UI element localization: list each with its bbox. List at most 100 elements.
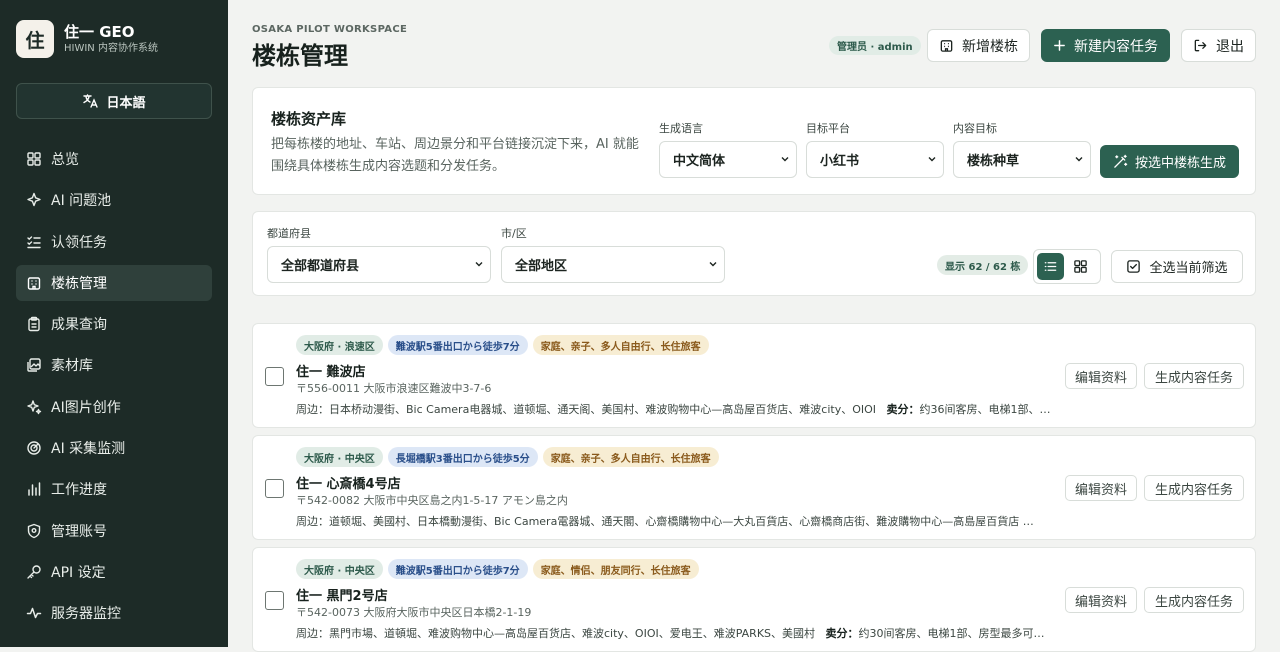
- grid-view-button[interactable]: [1067, 253, 1094, 280]
- chevron-down-icon: [709, 262, 717, 267]
- checklist-icon: [27, 235, 41, 248]
- sidebar-item-label: 服务器监控: [51, 606, 121, 623]
- chevron-down-icon: [928, 157, 936, 162]
- sidebar-item-label: AI 问题池: [51, 193, 112, 210]
- magic-wand-icon: [1114, 154, 1128, 168]
- sidebar-item-progress[interactable]: 工作进度: [16, 471, 212, 507]
- radar-icon: [27, 441, 41, 455]
- building-nearby: 周边：日本桥动漫街、Bic Camera电器城、道顿堀、通天阁、美国村、难波购物…: [296, 403, 1051, 416]
- sidebar-item-claim-tasks[interactable]: 认领任务: [16, 224, 212, 260]
- create-content-task-button[interactable]: 生成内容任务: [1144, 475, 1244, 501]
- edit-building-button[interactable]: 编辑资料: [1065, 363, 1137, 389]
- sidebar-item-label: 管理账号: [51, 523, 107, 540]
- building-address: 〒542-0073 大阪府大阪市中央区日本橋2-1-19: [296, 606, 532, 619]
- area-tag: 大阪府 · 中央区: [296, 559, 383, 579]
- new-content-task-button[interactable]: 新建内容任务: [1041, 29, 1170, 62]
- city-select[interactable]: 全部地区: [501, 246, 725, 283]
- content-goal-label: 内容目标: [953, 122, 997, 135]
- generate-selected-button[interactable]: 按选中楼栋生成: [1100, 145, 1239, 178]
- building-icon: [940, 40, 953, 52]
- language-button[interactable]: 日本語: [16, 83, 212, 119]
- content-goal-select[interactable]: 楼栋种草: [953, 141, 1091, 178]
- sidebar-item-label: 总览: [51, 152, 79, 168]
- brand-subtitle: HIWIN 内容协作系统: [64, 43, 158, 54]
- building-nearby: 周边：黑門市場、道頓堀、难波购物中心—高岛屋百货店、难波city、OIOI、爱电…: [296, 627, 1045, 640]
- sidebar-item-ai-image[interactable]: AI图片创作: [16, 389, 212, 425]
- building-name: 住一 黒門2号店: [296, 589, 388, 604]
- sidebar-item-buildings[interactable]: 楼栋管理: [16, 264, 212, 301]
- building-checkbox[interactable]: [265, 367, 284, 386]
- building-name: 住一 難波店: [296, 365, 366, 380]
- content-goal-value: 楼栋种草: [967, 154, 1020, 169]
- sidebar-item-results[interactable]: 成果查询: [16, 306, 212, 342]
- add-building-label: 新增楼栋: [962, 38, 1018, 55]
- sidebar-item-server-monitor[interactable]: 服务器监控: [16, 595, 212, 631]
- create-content-task-button[interactable]: 生成内容任务: [1144, 587, 1244, 613]
- sidebar-item-accounts[interactable]: 管理账号: [16, 513, 212, 549]
- sidebar-item-ai-question-pool[interactable]: AI 问题池: [16, 182, 212, 218]
- page-title: 楼栋管理: [252, 42, 348, 70]
- area-tag: 大阪府 · 浪速区: [296, 335, 383, 355]
- sparkle-icon: [27, 400, 42, 414]
- activity-icon: [26, 608, 42, 619]
- brand: 住 住一 GEO HIWIN 内容协作系统: [16, 20, 158, 58]
- create-content-task-button[interactable]: 生成内容任务: [1144, 363, 1244, 389]
- shield-icon: [27, 523, 41, 538]
- logout-icon: [1194, 39, 1207, 52]
- sidebar-item-label: 素材库: [51, 358, 93, 375]
- chevron-down-icon: [1075, 157, 1083, 162]
- sidebar-item-label: 成果查询: [51, 317, 107, 334]
- logout-button[interactable]: 退出: [1181, 29, 1256, 62]
- building-icon: [27, 277, 41, 290]
- prefecture-select[interactable]: 全部都道府县: [267, 246, 491, 283]
- generate-language-select[interactable]: 中文简体: [659, 141, 797, 178]
- plus-icon: [1054, 40, 1065, 51]
- area-tag: 大阪府 · 中央区: [296, 447, 383, 467]
- audience-tag: 家庭、亲子、多人自由行、长住旅客: [542, 447, 719, 467]
- city-value: 全部地区: [515, 259, 568, 274]
- building-library-panel: 楼栋资产库 把每栋楼的地址、车站、周边景分和平台链接沉淀下来，AI 就能围绕具体…: [252, 87, 1256, 195]
- audience-tag: 家庭、情侣、朋友同行、长住旅客: [532, 559, 699, 579]
- translate-icon: [83, 94, 99, 108]
- sidebar: 住 住一 GEO HIWIN 内容协作系统 日本語 总览 AI 问题池 认领任务…: [0, 0, 228, 647]
- station-tag: 難波駅5番出口から徒歩7分: [387, 559, 528, 579]
- add-building-button[interactable]: 新增楼栋: [927, 29, 1030, 62]
- view-toggle: [1033, 249, 1101, 284]
- grid-icon: [27, 152, 41, 166]
- sidebar-item-overview[interactable]: 总览: [16, 141, 212, 177]
- target-platform-select[interactable]: 小红书: [806, 141, 944, 178]
- edit-building-button[interactable]: 编辑资料: [1065, 587, 1137, 613]
- sidebar-item-label: 楼栋管理: [51, 275, 107, 292]
- sidebar-item-label: API 设定: [51, 564, 106, 581]
- key-icon: [27, 565, 41, 579]
- chevron-down-icon: [475, 262, 483, 267]
- edit-building-button[interactable]: 编辑资料: [1065, 475, 1137, 501]
- sidebar-item-label: 认领任务: [51, 234, 107, 251]
- generate-selected-label: 按选中楼栋生成: [1134, 156, 1226, 171]
- station-tag: 難波駅5番出口から徒歩7分: [387, 335, 528, 355]
- building-checkbox[interactable]: [265, 591, 284, 610]
- station-tag: 長堀橋駅3番出口から徒歩5分: [387, 447, 538, 467]
- list-view-button[interactable]: [1037, 253, 1064, 280]
- sidebar-item-label: AI 采集监测: [51, 441, 126, 458]
- target-platform-value: 小红书: [820, 154, 860, 169]
- building-address: 〒556-0011 大阪市浪速区難波中3-7-6: [296, 382, 492, 395]
- prefecture-value: 全部都道府县: [281, 259, 360, 274]
- list-icon: [1044, 262, 1057, 271]
- target-platform-label: 目标平台: [806, 122, 850, 135]
- admin-badge: 管理员 · admin: [829, 36, 921, 55]
- select-all-filtered-button[interactable]: 全选当前筛选: [1111, 250, 1243, 283]
- sidebar-item-ai-monitor[interactable]: AI 采集监测: [16, 430, 212, 466]
- building-name: 住一 心斎橋4号店: [296, 477, 401, 492]
- brand-logo: 住: [16, 20, 54, 58]
- bar-chart-icon: [28, 482, 41, 497]
- building-checkbox[interactable]: [265, 479, 284, 498]
- page-eyebrow: OSAKA PILOT WORKSPACE: [252, 24, 408, 35]
- sparkle-icon: [27, 193, 41, 207]
- sidebar-item-api-settings[interactable]: API 设定: [16, 554, 212, 590]
- building-address: 〒542-0082 大阪市中央区島之内1-5-17 アモン島之内: [296, 494, 568, 507]
- audience-tag: 家庭、亲子、多人自由行、长住旅客: [532, 335, 709, 355]
- building-card: 大阪府 · 浪速区 難波駅5番出口から徒歩7分 家庭、亲子、多人自由行、长住旅客…: [252, 323, 1256, 428]
- prefecture-label: 都道府县: [267, 227, 311, 240]
- sidebar-item-asset-library[interactable]: 素材库: [16, 347, 212, 383]
